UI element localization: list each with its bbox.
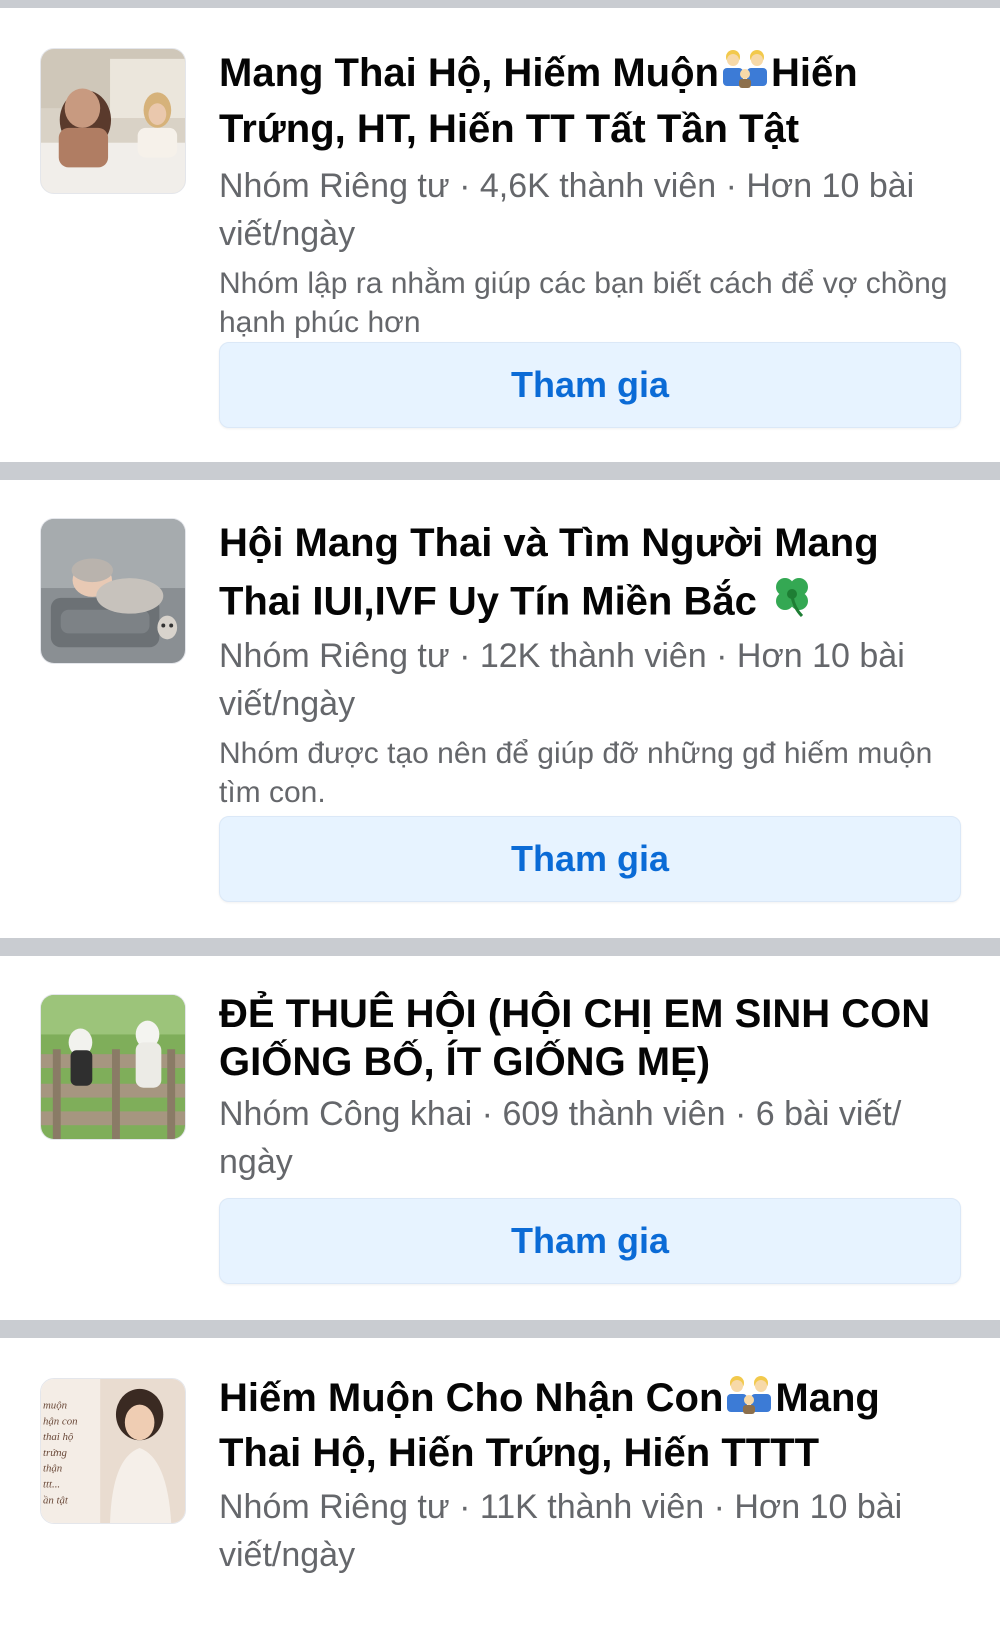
group-thumbnail[interactable] xyxy=(40,518,186,664)
group-title[interactable]: Hiếm Muộn Cho Nhận Con Mang Thai Hộ, Hiến… xyxy=(219,1372,969,1479)
section-divider xyxy=(0,1320,1000,1338)
section-divider xyxy=(0,462,1000,480)
group-thumbnail[interactable]: muộn hận con thai hộ trứng thận ttt... ầ… xyxy=(40,1378,186,1524)
join-button[interactable]: Tham gia xyxy=(219,816,961,902)
group-info: Mang Thai Hộ, Hiếm Muộn Hiến Trứng, HT, H… xyxy=(219,46,969,342)
join-button[interactable]: Tham gia xyxy=(219,1198,961,1284)
group-meta: Nhóm Riêng tư · 12K thành viên · Hơn 10 … xyxy=(219,637,905,723)
baby-photo-image xyxy=(41,519,185,663)
group-description: Nhóm được tạo nên để giúp đỡ những gđ hi… xyxy=(219,737,933,809)
group-title[interactable]: ĐẺ THUÊ HỘI (HỘI CHỊ EM SINH CON GIỐNG B… xyxy=(219,990,969,1086)
svg-text:thai hộ: thai hộ xyxy=(43,1431,74,1443)
four-leaf-clover-icon xyxy=(768,572,816,636)
group-meta: Nhóm Riêng tư · 11K thành viên · Hơn 10 … xyxy=(219,1487,903,1574)
group-card[interactable]: Mang Thai Hộ, Hiếm Muộn Hiến Trứng, HT, H… xyxy=(0,8,1000,462)
goats-photo-image xyxy=(41,995,185,1139)
group-title[interactable]: Hội Mang Thai và Tìm Người Mang Thai IUI… xyxy=(219,514,969,636)
svg-text:ần tật: ần tật xyxy=(43,1494,69,1506)
group-info: Hiếm Muộn Cho Nhận Con Mang Thai Hộ, Hiến… xyxy=(219,1372,969,1579)
svg-text:thận: thận xyxy=(43,1463,62,1475)
group-card[interactable]: muộn hận con thai hộ trứng thận ttt... ầ… xyxy=(0,1338,1000,1636)
section-divider xyxy=(0,938,1000,956)
svg-text:muộn: muộn xyxy=(43,1400,67,1412)
woman-portrait-image: muộn hận con thai hộ trứng thận ttt... ầ… xyxy=(41,1379,185,1523)
svg-text:trứng: trứng xyxy=(43,1447,68,1459)
group-info: Hội Mang Thai và Tìm Người Mang Thai IUI… xyxy=(219,514,969,812)
svg-text:hận con: hận con xyxy=(43,1415,78,1427)
group-thumbnail[interactable] xyxy=(40,48,186,194)
svg-text:ttt...: ttt... xyxy=(43,1478,60,1490)
group-info: ĐẺ THUÊ HỘI (HỘI CHỊ EM SINH CON GIỐNG B… xyxy=(219,990,969,1186)
family-emoji-icon xyxy=(723,1374,775,1427)
group-meta: Nhóm Công khai · 609 thành viên · 6 bài … xyxy=(219,1095,902,1181)
group-meta: Nhóm Riêng tư · 4,6K thành viên · Hơn 10… xyxy=(219,167,915,254)
group-thumbnail[interactable] xyxy=(40,994,186,1140)
section-divider xyxy=(0,0,1000,8)
group-title[interactable]: Mang Thai Hộ, Hiếm Muộn Hiến Trứng, HT, H… xyxy=(219,46,969,156)
family-emoji-icon xyxy=(719,48,771,102)
group-description: Nhóm lập ra nhằm giúp các bạn biết cách … xyxy=(219,267,948,340)
group-card[interactable]: Hội Mang Thai và Tìm Người Mang Thai IUI… xyxy=(0,480,1000,938)
group-card[interactable]: ĐẺ THUÊ HỘI (HỘI CHỊ EM SINH CON GIỐNG B… xyxy=(0,956,1000,1320)
join-button[interactable]: Tham gia xyxy=(219,342,961,428)
bedroom-photo-image xyxy=(41,49,185,193)
